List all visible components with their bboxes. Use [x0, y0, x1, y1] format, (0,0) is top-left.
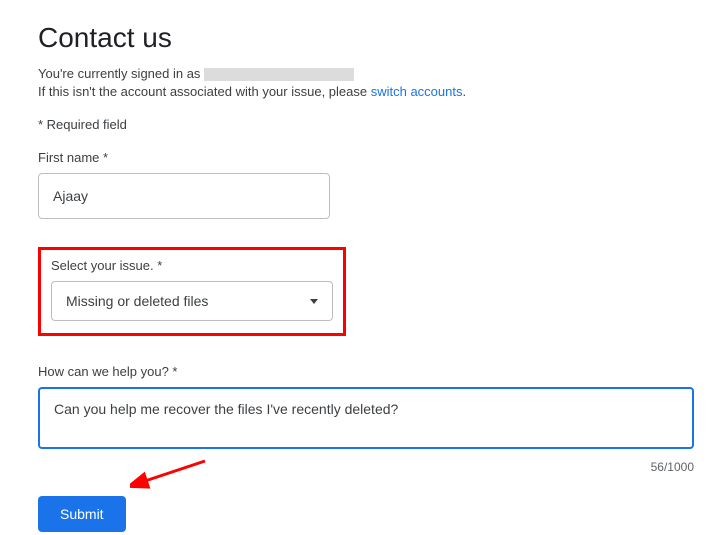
issue-highlight-box: Select your issue. * Missing or deleted … [38, 247, 346, 336]
help-label: How can we help you? * [38, 364, 679, 379]
help-textarea[interactable] [38, 387, 694, 449]
first-name-input[interactable] [38, 173, 330, 219]
redacted-email [204, 68, 354, 81]
first-name-label: First name * [38, 150, 679, 165]
submit-button[interactable]: Submit [38, 496, 126, 532]
first-name-field: First name * [38, 150, 679, 219]
signed-in-text: You're currently signed in as [38, 66, 679, 81]
switch-suffix: . [462, 84, 466, 99]
issue-select-wrap: Missing or deleted files [51, 281, 333, 321]
required-field-note: * Required field [38, 117, 679, 132]
switch-prefix: If this isn't the account associated wit… [38, 84, 371, 99]
help-field: How can we help you? * [38, 364, 679, 454]
switch-accounts-link[interactable]: switch accounts [371, 84, 463, 99]
chevron-down-icon [310, 299, 318, 304]
switch-account-line: If this isn't the account associated wit… [38, 84, 679, 99]
page-title: Contact us [38, 22, 679, 54]
issue-select[interactable]: Missing or deleted files [51, 281, 333, 321]
char-counter: 56/1000 [38, 460, 694, 474]
signed-in-prefix: You're currently signed in as [38, 66, 200, 81]
issue-label: Select your issue. * [51, 258, 333, 273]
issue-selected-value: Missing or deleted files [66, 293, 208, 309]
